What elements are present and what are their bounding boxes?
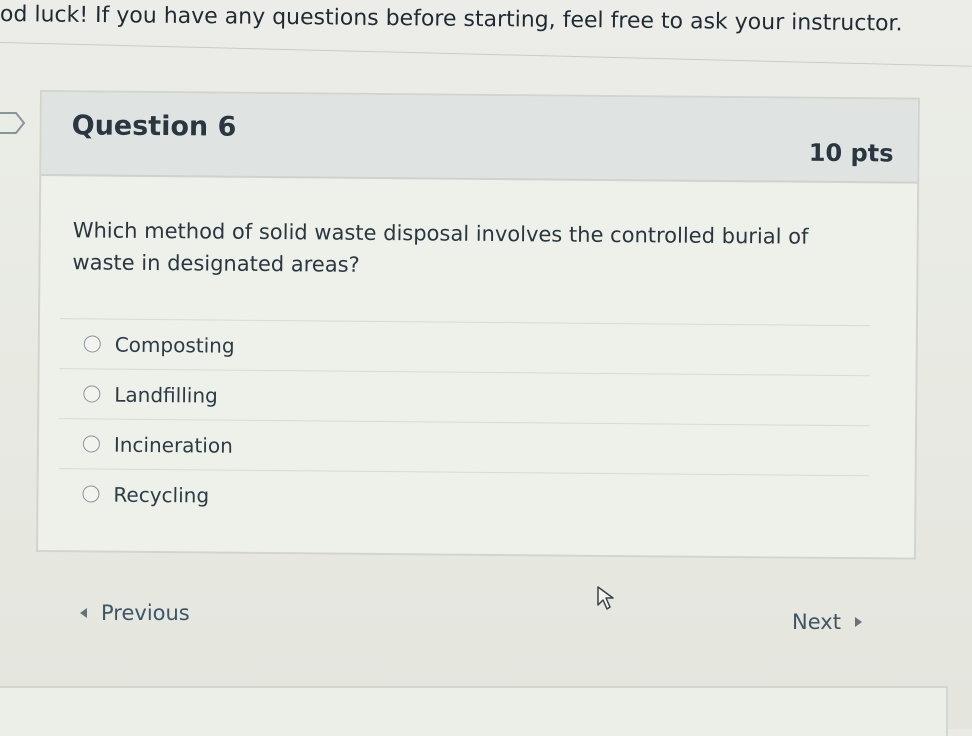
quiz-page: od luck! If you have any questions befor… [0,0,972,736]
question-points: 10 pts [808,138,894,168]
answer-option-landfilling[interactable]: Landfilling [59,368,870,426]
answer-label[interactable]: Landfilling [114,382,218,407]
triangle-right-icon [854,617,862,627]
divider [0,42,972,67]
radio-button[interactable] [83,385,101,403]
answer-list: Composting Landfilling Incineration Recy… [58,318,870,526]
answer-option-composting[interactable]: Composting [59,318,870,376]
radio-button[interactable] [82,435,100,453]
radio-button[interactable] [82,485,100,503]
triangle-left-icon [80,608,87,618]
question-header: Question 6 10 pts [41,92,918,184]
previous-label[interactable]: Previous [101,601,190,625]
answer-option-recycling[interactable]: Recycling [58,468,869,526]
question-card: Question 6 10 pts Which method of solid … [35,90,920,560]
answer-label[interactable]: Incineration [114,432,233,457]
quiz-instructions: od luck! If you have any questions befor… [0,2,903,37]
radio-button[interactable] [83,335,101,353]
previous-button[interactable]: Previous [80,601,190,625]
question-marker-icon [0,112,26,134]
question-text: Which method of solid waste disposal inv… [72,218,809,277]
question-title: Question 6 [71,110,237,143]
mouse-pointer-icon [597,586,614,610]
next-label[interactable]: Next [792,610,841,634]
answer-option-incineration[interactable]: Incineration [58,418,870,476]
answer-label[interactable]: Recycling [113,482,209,507]
answer-label[interactable]: Composting [115,332,235,357]
next-button[interactable]: Next [792,610,862,634]
